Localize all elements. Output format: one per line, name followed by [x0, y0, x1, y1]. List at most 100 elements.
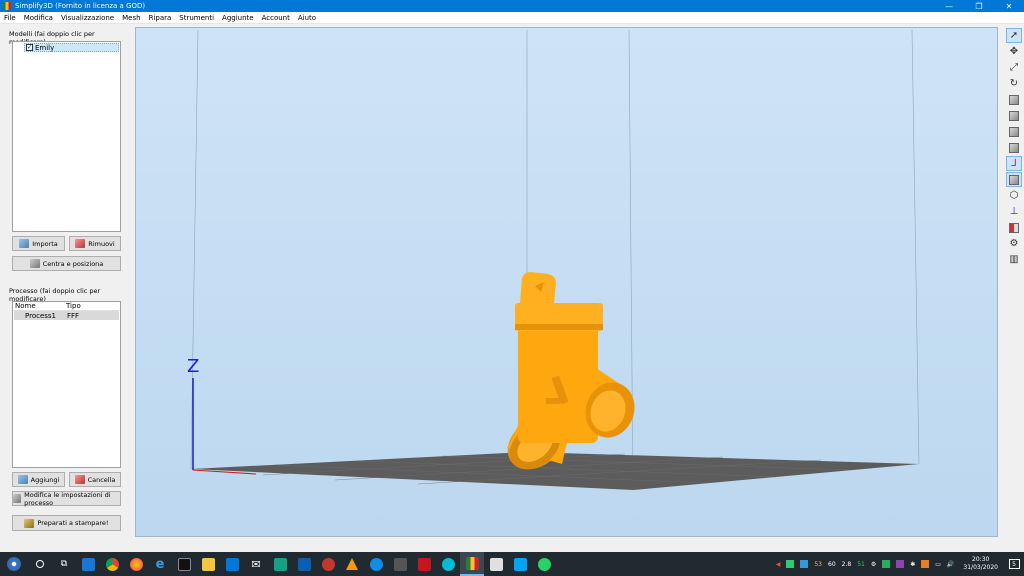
cube-view-3-icon[interactable]	[1006, 124, 1022, 139]
clock-time: 20:30	[972, 556, 990, 563]
add-label: Aggiungi	[30, 475, 60, 484]
terminal-icon[interactable]	[172, 552, 196, 576]
add-process-button[interactable]: Aggiungi	[12, 472, 65, 487]
menu-aggiunte[interactable]: Aggiunte	[218, 14, 258, 22]
cross-section-icon[interactable]	[1006, 220, 1022, 235]
tray-value-1: 53	[814, 560, 822, 568]
process-list[interactable]: Nome Tipo Process1 FFF	[12, 301, 121, 468]
scale-icon[interactable]: ⤢	[1006, 60, 1022, 75]
model-name: Emily	[35, 43, 55, 52]
cube-view-4-icon[interactable]	[1006, 140, 1022, 155]
models-list[interactable]: ✓ Emily	[12, 41, 121, 232]
taskbar-app-3-icon[interactable]	[316, 552, 340, 576]
edit-process-settings-button[interactable]: Modifica le impostazioni di processo	[12, 491, 121, 507]
tray-icon-4[interactable]	[882, 560, 891, 568]
model-emily[interactable]	[497, 272, 642, 480]
tray-value-2: 60	[828, 560, 836, 568]
remove-button[interactable]: Rimuovi	[69, 236, 121, 251]
import-button[interactable]: Importa	[12, 236, 65, 251]
teamviewer-icon[interactable]	[364, 552, 388, 576]
menu-mesh[interactable]: Mesh	[118, 14, 144, 22]
notification-center-icon[interactable]: 5	[1004, 552, 1024, 576]
model-visible-checkbox[interactable]: ✓	[26, 44, 33, 51]
volume-icon[interactable]: 🔊	[947, 561, 954, 568]
app-icon	[3, 2, 11, 10]
delete-icon	[74, 475, 85, 484]
menu-account[interactable]: Account	[258, 14, 294, 22]
tray-icon-5[interactable]	[896, 560, 905, 568]
delete-label: Cancella	[87, 475, 116, 484]
whatsapp-icon[interactable]	[532, 552, 556, 576]
layers-icon[interactable]: ▥	[1006, 252, 1022, 267]
settings-gear-icon[interactable]: ⚙	[1006, 236, 1022, 251]
prepare-to-print-button[interactable]: Preparati a stampare!	[12, 515, 121, 531]
cube-view-2-icon[interactable]	[1006, 108, 1022, 123]
tray-icon-6[interactable]	[921, 560, 930, 568]
close-button[interactable]: ✕	[994, 0, 1024, 12]
settings-icon	[13, 494, 22, 503]
tray-icon-3[interactable]: ⚙	[871, 561, 876, 568]
process-name: Process1	[25, 311, 57, 320]
vlc-icon[interactable]	[340, 552, 364, 576]
taskbar-app-5-icon[interactable]	[484, 552, 508, 576]
start-button[interactable]	[0, 552, 28, 576]
file-explorer-icon[interactable]	[196, 552, 220, 576]
axes-icon[interactable]: ⅃	[1006, 156, 1022, 171]
simplify3d-taskbar-icon[interactable]	[460, 552, 484, 576]
model-item-emily[interactable]: ✓ Emily	[24, 43, 119, 52]
menu-modifica[interactable]: Modifica	[20, 14, 57, 22]
windows-taskbar: ⧉ e ✉ ◀ 53 60 2.8 51 ⚙ ✱ ▭ 🔊 20:30 31/03…	[0, 552, 1024, 576]
minimize-button[interactable]: —	[934, 0, 964, 12]
calculator-icon[interactable]	[388, 552, 412, 576]
tray-expand-icon[interactable]: ◀	[776, 561, 781, 568]
remove-label: Rimuovi	[88, 239, 115, 248]
chrome-icon[interactable]	[100, 552, 124, 576]
move-icon[interactable]: ✥	[1006, 44, 1022, 59]
taskbar-app-6-icon[interactable]	[508, 552, 532, 576]
taskbar-app-2-icon[interactable]	[268, 552, 292, 576]
z-axis-icon[interactable]: ⊥	[1006, 204, 1022, 219]
system-clock[interactable]: 20:30 31/03/2020	[963, 556, 998, 572]
center-label: Centra e posiziona	[42, 259, 104, 268]
process-row[interactable]: Process1 FFF	[14, 311, 119, 320]
title-bar: Simplify3D (Fornito in licenza a GOD) — …	[0, 0, 1024, 12]
outlook-icon[interactable]	[292, 552, 316, 576]
taskbar-app-4-icon[interactable]	[436, 552, 460, 576]
delete-process-button[interactable]: Cancella	[69, 472, 121, 487]
process-type: FFF	[67, 311, 80, 320]
build-volume-scene: Z	[187, 29, 920, 491]
firefox-icon[interactable]	[124, 552, 148, 576]
menu-visualizzazione[interactable]: Visualizzazione	[57, 14, 118, 22]
center-arrange-button[interactable]: Centra e posiziona	[12, 256, 121, 271]
column-header-name[interactable]: Nome	[13, 302, 66, 310]
search-icon[interactable]	[28, 552, 52, 576]
task-view-icon[interactable]: ⧉	[52, 552, 76, 576]
cube-view-1-icon[interactable]	[1006, 92, 1022, 107]
taskbar-app-1-icon[interactable]	[76, 552, 100, 576]
rotate-icon[interactable]: ↻	[1006, 76, 1022, 91]
menu-file[interactable]: File	[0, 14, 20, 22]
process-table-header: Nome Tipo	[13, 302, 120, 311]
column-header-type[interactable]: Tipo	[66, 302, 81, 310]
restore-button[interactable]: ❐	[964, 0, 994, 12]
3d-viewport[interactable]: Z	[135, 27, 998, 537]
prepare-label: Preparati a stampare!	[37, 519, 109, 527]
acrobat-icon[interactable]	[412, 552, 436, 576]
cube-shaded-icon[interactable]	[1006, 172, 1022, 187]
network-icon[interactable]: ▭	[935, 561, 941, 568]
menu-aiuto[interactable]: Aiuto	[294, 14, 320, 22]
tray-value-4: 51	[857, 560, 865, 568]
left-panel: Modelli (fai doppio clic per modificare)…	[0, 25, 133, 540]
menu-ripara[interactable]: Ripara	[145, 14, 176, 22]
window-title: Simplify3D (Fornito in licenza a GOD)	[15, 2, 146, 10]
mail-icon[interactable]: ✉	[244, 552, 268, 576]
store-icon[interactable]	[220, 552, 244, 576]
tray-icon-2[interactable]	[800, 560, 809, 568]
window-controls: — ❐ ✕	[934, 0, 1024, 12]
menu-strumenti[interactable]: Strumenti	[175, 14, 218, 22]
cube-wire-icon[interactable]: ⬡	[1006, 188, 1022, 203]
edge-icon[interactable]: e	[148, 552, 172, 576]
bluetooth-icon[interactable]: ✱	[910, 561, 915, 568]
select-arrow-icon[interactable]: ➚	[1006, 28, 1022, 43]
tray-icon-1[interactable]	[786, 560, 795, 568]
